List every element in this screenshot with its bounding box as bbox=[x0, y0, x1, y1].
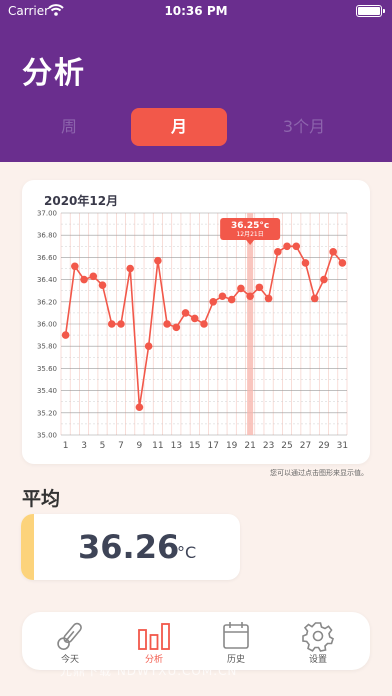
data-point[interactable] bbox=[135, 403, 144, 412]
average-value: 36.26 bbox=[78, 528, 180, 566]
chart-hint: 您可以通过点击图形来显示值。 bbox=[270, 469, 368, 477]
gear-icon bbox=[302, 622, 334, 652]
x-tick-label: 17 bbox=[207, 441, 218, 451]
x-tick-label: 9 bbox=[137, 441, 143, 451]
y-tick-label: 35.20 bbox=[37, 409, 57, 417]
data-point[interactable] bbox=[237, 284, 245, 293]
x-tick-label: 21 bbox=[244, 441, 255, 451]
x-tick-label: 5 bbox=[100, 441, 106, 451]
y-tick-label: 35.40 bbox=[37, 387, 57, 395]
data-point[interactable] bbox=[117, 320, 125, 328]
data-point[interactable] bbox=[292, 242, 301, 251]
calendar-icon bbox=[223, 622, 249, 649]
tooltip-date: 12月21日 bbox=[236, 231, 263, 238]
data-point[interactable] bbox=[154, 256, 162, 265]
data-point[interactable] bbox=[255, 283, 264, 292]
data-point[interactable] bbox=[227, 295, 236, 304]
data-point[interactable] bbox=[329, 248, 337, 256]
bar-chart-icon bbox=[138, 623, 170, 650]
data-point[interactable] bbox=[264, 294, 273, 303]
x-tick-label: 11 bbox=[152, 441, 163, 451]
data-point[interactable] bbox=[98, 281, 107, 289]
x-tick-label: 15 bbox=[189, 441, 200, 451]
data-point[interactable] bbox=[80, 275, 88, 284]
average-title: 平均 bbox=[22, 488, 61, 510]
y-tick-label: 35.80 bbox=[37, 343, 57, 351]
x-tick-label: 3 bbox=[81, 441, 87, 451]
y-tick-label: 36.40 bbox=[37, 276, 57, 284]
data-point[interactable] bbox=[301, 259, 310, 267]
data-point[interactable] bbox=[89, 272, 98, 281]
x-tick-label: 23 bbox=[263, 441, 274, 451]
y-tick-label: 36.60 bbox=[37, 254, 57, 262]
data-point[interactable] bbox=[218, 292, 227, 301]
x-tick-label: 31 bbox=[337, 441, 348, 451]
y-tick-label: 36.20 bbox=[37, 298, 57, 306]
average-unit: °C bbox=[177, 543, 197, 562]
data-point[interactable] bbox=[172, 323, 181, 332]
highlight-band bbox=[247, 213, 254, 435]
data-point[interactable] bbox=[310, 294, 319, 303]
x-tick-label: 29 bbox=[318, 441, 330, 451]
data-point[interactable] bbox=[246, 292, 254, 301]
data-point[interactable] bbox=[283, 242, 291, 251]
data-point[interactable] bbox=[181, 309, 190, 317]
x-tick-label: 27 bbox=[300, 441, 311, 451]
x-tick-label: 25 bbox=[281, 441, 292, 451]
value-tooltip: 36.25°c 12月21日 bbox=[220, 218, 281, 245]
data-point[interactable] bbox=[320, 275, 328, 284]
data-point[interactable] bbox=[190, 314, 199, 323]
y-tick-label: 37.00 bbox=[37, 210, 57, 218]
thermometer-icon bbox=[57, 622, 82, 650]
x-tick-label: 1 bbox=[63, 441, 69, 451]
data-point[interactable] bbox=[200, 320, 208, 328]
x-tick-label: 13 bbox=[171, 441, 182, 451]
x-tick-label: 19 bbox=[226, 441, 238, 451]
data-point[interactable] bbox=[126, 264, 134, 273]
temperature-chart[interactable]: 37.00 36.80 36.60 36.40 36.20 36.00 35.80 35.60… bbox=[0, 0, 392, 696]
y-tick-label: 35.60 bbox=[37, 365, 57, 373]
tooltip-value: 36.25°c bbox=[231, 221, 269, 231]
data-point[interactable] bbox=[61, 331, 70, 339]
y-tick-label: 35.00 bbox=[37, 432, 57, 440]
y-tick-label: 36.80 bbox=[37, 232, 57, 240]
data-point[interactable] bbox=[144, 342, 153, 351]
x-tick-label: 7 bbox=[118, 441, 124, 451]
y-tick-label: 36.00 bbox=[37, 321, 57, 329]
average-accent-bar bbox=[21, 514, 34, 580]
data-point[interactable] bbox=[163, 320, 171, 328]
data-point[interactable] bbox=[274, 248, 282, 256]
watermark: 元鼎下载 NDWYXU.COM.CN bbox=[60, 664, 238, 678]
data-point[interactable] bbox=[209, 298, 218, 306]
data-point[interactable] bbox=[71, 262, 79, 271]
data-point[interactable] bbox=[338, 259, 347, 267]
data-point[interactable] bbox=[107, 320, 116, 328]
